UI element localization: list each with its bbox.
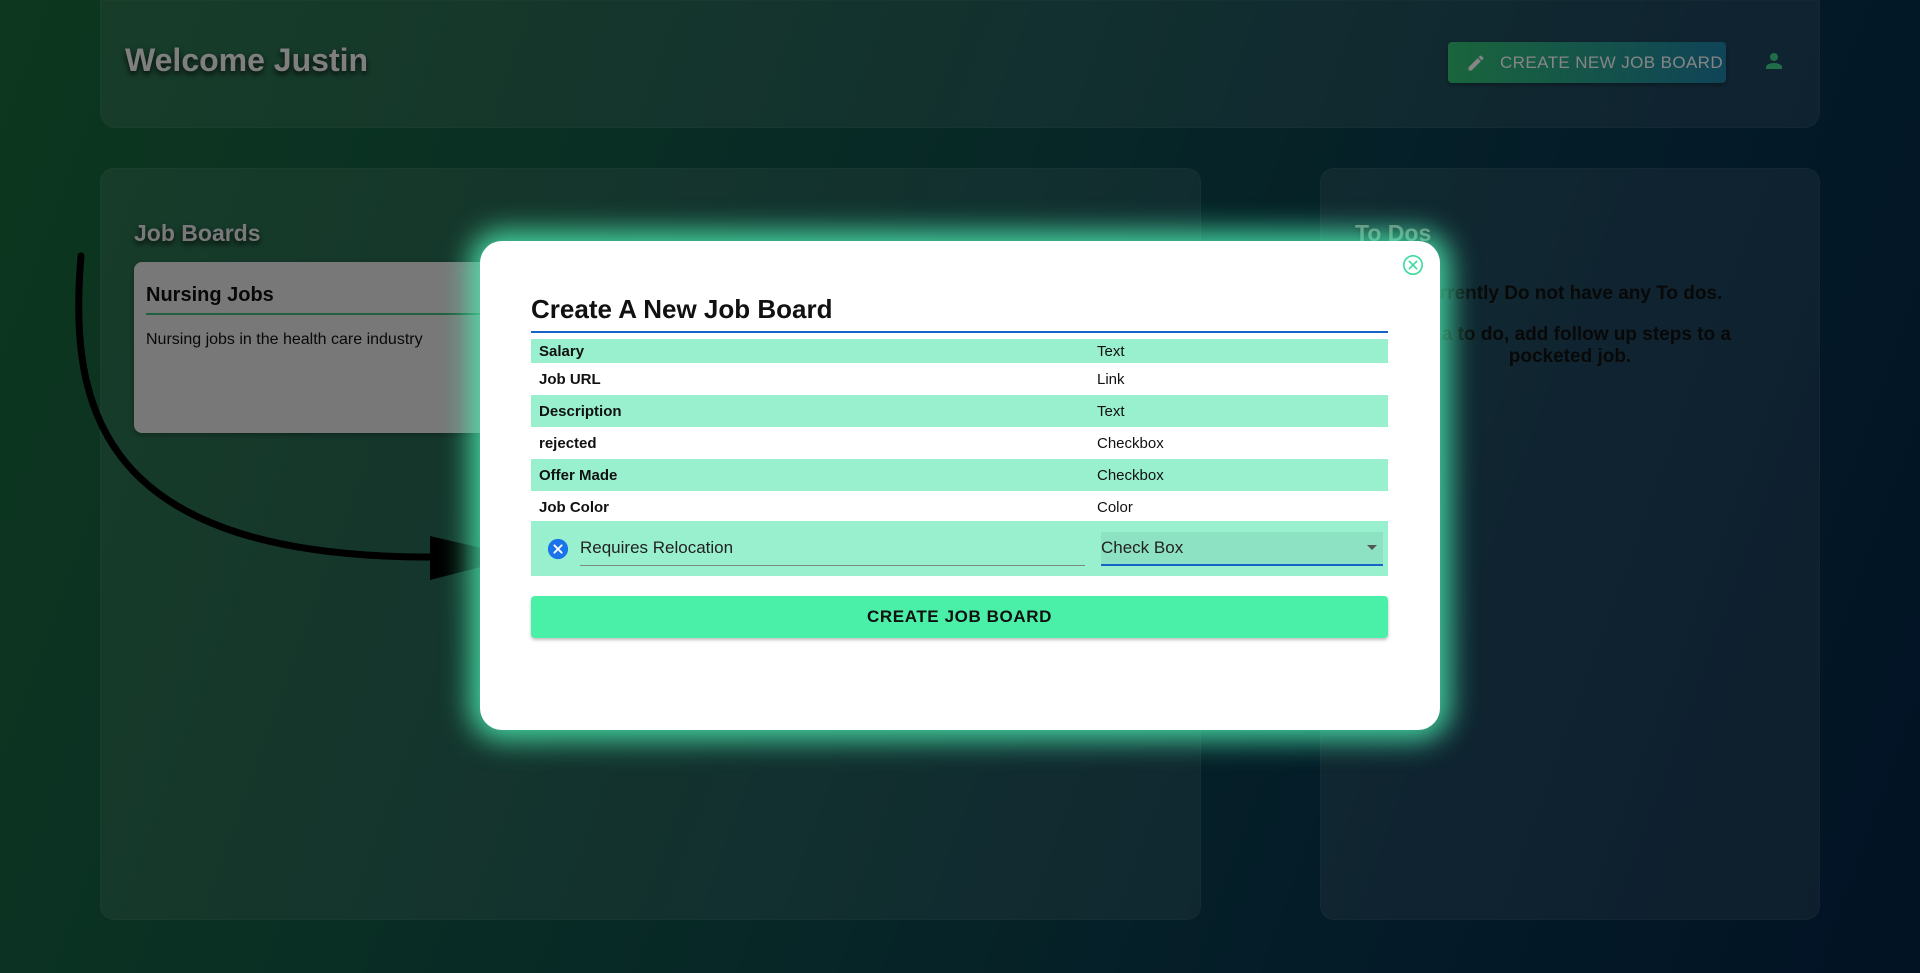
close-icon[interactable] xyxy=(1402,254,1424,281)
field-row: Salary Text xyxy=(531,339,1388,363)
field-type: Link xyxy=(1097,370,1125,388)
modal-title: Create A New Job Board xyxy=(531,294,1388,333)
field-name: Job Color xyxy=(539,498,609,516)
new-field-row: Check Box xyxy=(531,521,1388,576)
create-job-board-modal: Create A New Job Board Salary Text Job U… xyxy=(480,241,1440,730)
field-name: Description xyxy=(539,402,622,420)
field-row: Job Color Color xyxy=(531,491,1388,523)
new-field-type-select[interactable]: Check Box xyxy=(1101,531,1383,566)
field-type: Checkbox xyxy=(1097,434,1164,452)
field-row: rejected Checkbox xyxy=(531,427,1388,459)
annotation-arrow xyxy=(75,252,520,580)
chevron-down-icon xyxy=(1367,545,1377,550)
field-name: Job URL xyxy=(539,370,601,388)
remove-icon[interactable] xyxy=(547,538,569,560)
field-type: Color xyxy=(1097,498,1133,516)
field-type: Text xyxy=(1097,402,1125,420)
field-row: Offer Made Checkbox xyxy=(531,459,1388,491)
field-type: Checkbox xyxy=(1097,466,1164,484)
field-name: Offer Made xyxy=(539,466,618,484)
field-type: Text xyxy=(1097,342,1125,360)
new-field-name-input[interactable] xyxy=(580,531,1085,566)
field-name: rejected xyxy=(539,434,597,452)
field-row: Job URL Link xyxy=(531,363,1388,395)
field-row: Description Text xyxy=(531,395,1388,427)
field-list: Salary Text Job URL Link Description Tex… xyxy=(531,339,1388,549)
create-job-board-button[interactable]: CREATE JOB BOARD xyxy=(531,596,1388,638)
field-name: Salary xyxy=(539,342,585,360)
new-field-type-value: Check Box xyxy=(1101,537,1184,557)
